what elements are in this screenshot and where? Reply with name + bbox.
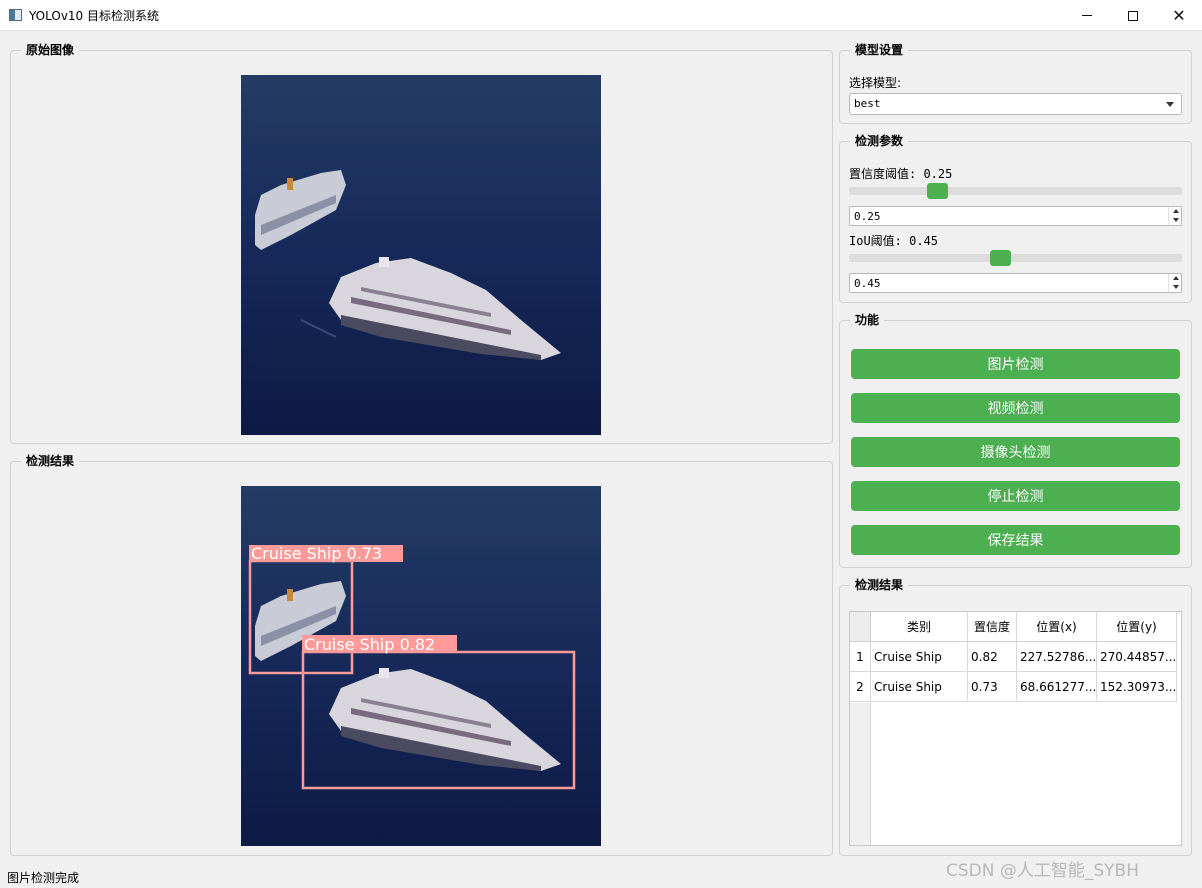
column-header-x[interactable]: 位置(x) [1017,612,1097,642]
table-corner[interactable] [850,612,871,642]
conf-spinbox[interactable]: 0.25 [849,206,1182,226]
result-image-title: 检测结果 [21,453,80,469]
bbox-label-far: Cruise Ship 0.73 [251,544,382,563]
maximize-icon [1128,10,1138,21]
column-header-y[interactable]: 位置(y) [1097,612,1177,642]
table-cell-class[interactable]: Cruise Ship [871,642,968,672]
spin-down-icon[interactable] [1173,218,1179,222]
column-header-conf[interactable]: 置信度 [968,612,1017,642]
results-table[interactable]: 类别 置信度 位置(x) 位置(y) 1 Cruise Ship 0.82 22… [849,611,1182,846]
conf-slider[interactable] [849,187,1182,195]
table-cell-y[interactable]: 152.30973... [1097,672,1177,702]
row-header[interactable]: 2 [850,672,871,702]
table-cell-x[interactable]: 227.52786... [1017,642,1097,672]
spin-up-icon[interactable] [1173,276,1179,280]
results-table-title: 检测结果 [850,577,909,593]
iou-threshold-label: IoU阈值: 0.45 [849,234,939,248]
conf-spinbox-value: 0.25 [854,210,881,223]
row-header[interactable]: 1 [850,642,871,672]
table-cell-x[interactable]: 68.661277... [1017,672,1097,702]
spin-divider [1168,207,1169,225]
table-cell-y[interactable]: 270.44857... [1097,642,1177,672]
minimize-button[interactable] [1064,0,1110,31]
result-image: Cruise Ship 0.73 Cruise Ship 0.82 [241,486,601,846]
minimize-icon [1082,15,1092,16]
column-header-class[interactable]: 类别 [871,612,968,642]
model-settings-title: 模型设置 [850,42,909,58]
model-select-label: 选择模型: [849,76,902,90]
spin-divider [1168,274,1169,292]
spin-up-icon[interactable] [1173,209,1179,213]
iou-slider-handle[interactable] [990,250,1011,266]
table-empty-gutter [850,703,871,845]
conf-threshold-label: 置信度阈值: 0.25 [849,167,953,181]
title-bar: YOLOv10 目标检测系统 ✕ [0,0,1202,31]
table-cell-conf[interactable]: 0.82 [968,642,1017,672]
table-cell-conf[interactable]: 0.73 [968,672,1017,702]
save-results-button[interactable]: 保存结果 [851,525,1180,555]
image-detect-button[interactable]: 图片检测 [851,349,1180,379]
model-select-value: best [854,97,881,110]
close-button[interactable]: ✕ [1156,0,1202,31]
spin-down-icon[interactable] [1173,285,1179,289]
detect-params-title: 检测参数 [850,133,909,149]
iou-spinbox[interactable]: 0.45 [849,273,1182,293]
iou-spinbox-value: 0.45 [854,277,881,290]
watermark: CSDN @人工智能_SYBH [946,861,1139,881]
camera-detect-button[interactable]: 摄像头检测 [851,437,1180,467]
maximize-button[interactable] [1110,0,1156,31]
conf-slider-handle[interactable] [927,183,948,199]
close-icon: ✕ [1172,6,1186,25]
stop-detect-button[interactable]: 停止检测 [851,481,1180,511]
original-image [241,75,601,435]
app-icon [9,9,22,21]
video-detect-button[interactable]: 视频检测 [851,393,1180,423]
model-select[interactable]: best [849,93,1182,115]
chevron-down-icon [1166,102,1174,107]
window-title: YOLOv10 目标检测系统 [29,9,160,23]
functions-title: 功能 [850,312,885,328]
status-text: 图片检测完成 [7,871,80,885]
original-image-title: 原始图像 [21,42,80,58]
iou-slider[interactable] [849,254,1182,262]
table-cell-class[interactable]: Cruise Ship [871,672,968,702]
bbox-label-near: Cruise Ship 0.82 [304,635,435,654]
